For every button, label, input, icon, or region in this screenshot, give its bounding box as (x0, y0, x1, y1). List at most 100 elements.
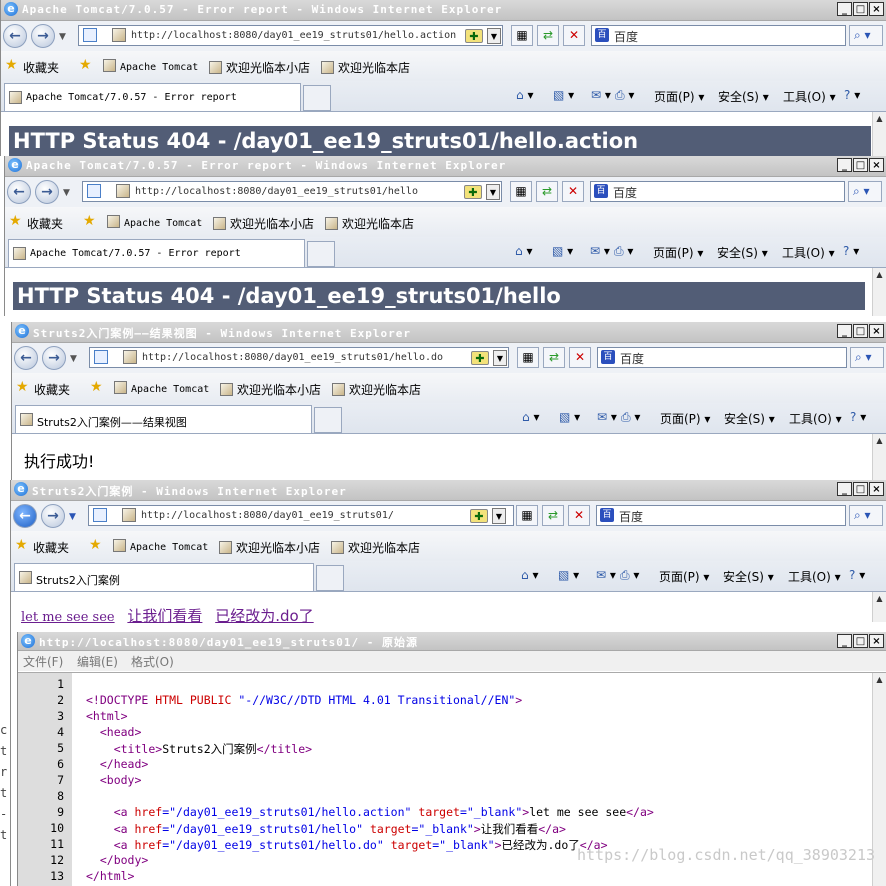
feeds-button[interactable]: ▧ ▾ (552, 244, 573, 258)
home-button[interactable]: ⌂ ▾ (516, 88, 533, 102)
close-button[interactable]: × (869, 634, 884, 648)
vertical-scrollbar[interactable]: ▲ (872, 112, 886, 156)
forward-button[interactable]: → (42, 346, 66, 370)
favorite-link-store[interactable]: 欢迎光临本店 (331, 539, 420, 556)
tab-active[interactable]: Apache Tomcat/7.0.57 - Error report (8, 239, 305, 267)
page-menu[interactable]: 页面(P) ▾ (659, 568, 709, 585)
compat-view-button[interactable]: ✚ (464, 185, 482, 199)
search-input[interactable]: 百 百度 (596, 505, 846, 526)
add-favorite-icon[interactable]: ★ (79, 57, 92, 73)
search-button[interactable]: ⌕ ▾ (850, 347, 884, 368)
maximize-button[interactable]: □ (853, 634, 868, 648)
add-favorite-icon[interactable]: ★ (90, 379, 103, 395)
favorites-star-icon[interactable]: ★ (9, 213, 22, 229)
url-field[interactable]: http://localhost:8080/day01_ee19_struts0… (82, 181, 502, 202)
search-input[interactable]: 百 百度 (591, 25, 846, 46)
title-bar[interactable]: e Apache Tomcat/7.0.57 - Error report - … (1, 0, 886, 21)
close-button[interactable]: × (869, 482, 884, 496)
favorite-link-tomcat[interactable]: Apache Tomcat (103, 59, 198, 73)
page-menu[interactable]: 页面(P) ▾ (654, 88, 704, 105)
tab-active[interactable]: Apache Tomcat/7.0.57 - Error report (4, 83, 301, 111)
back-button[interactable]: ← (3, 24, 27, 48)
url-field[interactable]: http://localhost:8080/day01_ee19_struts0… (78, 25, 503, 46)
tools-menu[interactable]: 工具(O) ▾ (782, 244, 835, 261)
maximize-button[interactable]: □ (853, 482, 868, 496)
favorite-link-shop[interactable]: 欢迎光临本小店 (213, 215, 314, 232)
maximize-button[interactable]: □ (853, 324, 868, 338)
search-button[interactable]: ⌕ ▾ (848, 181, 882, 202)
vertical-scrollbar[interactable]: ▲ (872, 592, 886, 622)
print-button[interactable]: ⎙ ▾ (620, 568, 639, 583)
forward-button[interactable]: → (35, 180, 59, 204)
favorites-star-icon[interactable]: ★ (15, 537, 28, 553)
favorites-star-icon[interactable]: ★ (5, 57, 18, 73)
tools-menu[interactable]: 工具(O) ▾ (788, 568, 841, 585)
search-button[interactable]: ⌕ ▾ (849, 505, 883, 526)
rss-icon[interactable]: ▦ (510, 181, 532, 202)
mail-button[interactable]: ✉ ▾ (597, 410, 617, 424)
help-button[interactable]: ? ▾ (850, 410, 866, 424)
safety-menu[interactable]: 安全(S) ▾ (724, 410, 775, 427)
safety-menu[interactable]: 安全(S) ▾ (718, 88, 769, 105)
safety-menu[interactable]: 安全(S) ▾ (717, 244, 768, 261)
favorites-label[interactable]: 收藏夹 (23, 59, 59, 76)
vertical-scrollbar[interactable]: ▲ (872, 434, 886, 480)
compat-view-button[interactable]: ✚ (471, 351, 489, 365)
rss-icon[interactable]: ▦ (517, 347, 539, 368)
source-code-view[interactable]: 1 2 <!DOCTYPE HTML PUBLIC "-//W3C//DTD HTM… (18, 672, 886, 886)
favorites-label[interactable]: 收藏夹 (34, 381, 70, 398)
link-hello-do[interactable]: 已经改为.do了 (215, 607, 313, 625)
history-dropdown-icon[interactable]: ▼ (59, 32, 66, 42)
favorite-link-shop[interactable]: 欢迎光临本小店 (219, 539, 320, 556)
close-button[interactable]: × (869, 324, 884, 338)
feeds-button[interactable]: ▧ ▾ (553, 88, 574, 102)
favorite-link-store[interactable]: 欢迎光临本店 (321, 59, 410, 76)
tab-active[interactable]: Struts2入门案例——结果视图 (15, 405, 312, 433)
favorites-label[interactable]: 收藏夹 (27, 215, 63, 232)
print-button[interactable]: ⎙ ▾ (614, 244, 633, 259)
minimize-button[interactable]: _ (837, 2, 852, 16)
page-menu[interactable]: 页面(P) ▾ (660, 410, 710, 427)
favorite-link-store[interactable]: 欢迎光临本店 (332, 381, 421, 398)
add-favorite-icon[interactable]: ★ (83, 213, 96, 229)
feeds-button[interactable]: ▧ ▾ (559, 410, 580, 424)
refresh-button[interactable]: ⇄ (543, 347, 565, 368)
history-dropdown-icon[interactable]: ▼ (63, 188, 70, 198)
back-button[interactable]: ← (7, 180, 31, 204)
home-button[interactable]: ⌂ ▾ (522, 410, 539, 424)
refresh-button[interactable]: ⇄ (537, 25, 559, 46)
rss-icon[interactable]: ▦ (516, 505, 538, 526)
minimize-button[interactable]: _ (837, 158, 852, 172)
tools-menu[interactable]: 工具(O) ▾ (783, 88, 836, 105)
new-tab-button[interactable] (303, 85, 331, 111)
back-button[interactable]: ← (13, 504, 37, 528)
new-tab-button[interactable] (316, 565, 344, 591)
home-button[interactable]: ⌂ ▾ (515, 244, 532, 258)
url-dropdown-icon[interactable]: ▼ (493, 350, 507, 366)
url-field[interactable]: http://localhost:8080/day01_ee19_struts0… (88, 505, 514, 526)
compat-view-button[interactable]: ✚ (465, 29, 483, 43)
favorite-link-tomcat[interactable]: Apache Tomcat (114, 381, 209, 395)
favorite-link-shop[interactable]: 欢迎光临本小店 (220, 381, 321, 398)
stop-button[interactable]: ✕ (569, 347, 591, 368)
url-dropdown-icon[interactable]: ▼ (487, 28, 501, 44)
minimize-button[interactable]: _ (837, 482, 852, 496)
maximize-button[interactable]: □ (853, 2, 868, 16)
title-bar[interactable]: e http://localhost:8080/day01_ee19_strut… (18, 632, 886, 651)
mail-button[interactable]: ✉ ▾ (590, 244, 610, 258)
url-dropdown-icon[interactable]: ▼ (492, 508, 506, 524)
title-bar[interactable]: e Struts2入门案例 - Windows Internet Explore… (11, 480, 886, 501)
add-favorite-icon[interactable]: ★ (89, 537, 102, 553)
rss-icon[interactable]: ▦ (511, 25, 533, 46)
history-dropdown-icon[interactable]: ▼ (69, 512, 76, 522)
help-button[interactable]: ? ▾ (843, 244, 859, 258)
feeds-button[interactable]: ▧ ▾ (558, 568, 579, 582)
print-button[interactable]: ⎙ ▾ (615, 88, 634, 103)
close-button[interactable]: × (869, 158, 884, 172)
close-button[interactable]: × (869, 2, 884, 16)
url-dropdown-icon[interactable]: ▼ (486, 184, 500, 200)
search-input[interactable]: 百 百度 (590, 181, 845, 202)
maximize-button[interactable]: □ (853, 158, 868, 172)
minimize-button[interactable]: _ (837, 324, 852, 338)
stop-button[interactable]: ✕ (568, 505, 590, 526)
